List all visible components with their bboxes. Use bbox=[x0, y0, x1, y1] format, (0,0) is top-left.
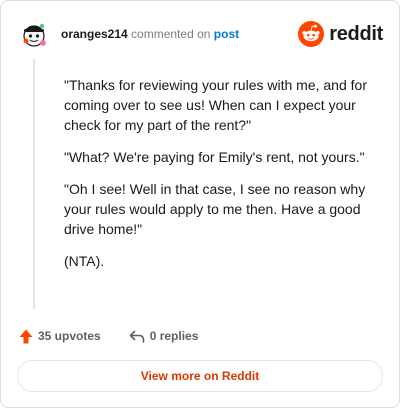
view-more-button[interactable]: View more on Reddit bbox=[17, 360, 383, 392]
upvotes-count: 35 upvotes bbox=[38, 329, 101, 343]
reddit-wordmark: reddit bbox=[329, 22, 383, 45]
comment-paragraph: "Thanks for reviewing your rules with me… bbox=[64, 77, 367, 133]
reddit-logo-icon bbox=[298, 21, 325, 47]
avatar-icon bbox=[17, 17, 51, 51]
comment-paragraph: (NTA). bbox=[64, 253, 105, 269]
comment-footer: 35 upvotes 0 replies bbox=[19, 326, 198, 346]
thread-line[interactable] bbox=[33, 59, 35, 309]
replies-stat[interactable]: 0 replies bbox=[129, 329, 199, 343]
upvotes-stat[interactable]: 35 upvotes bbox=[19, 329, 101, 344]
username[interactable]: oranges214 bbox=[61, 27, 128, 41]
comment-body: "Thanks for reviewing your rules with me… bbox=[64, 75, 384, 283]
comment-paragraph: "Oh I see! Well in that case, I see no r… bbox=[64, 181, 366, 237]
reddit-logo[interactable]: reddit bbox=[298, 20, 383, 48]
action-text: commented on bbox=[131, 27, 211, 41]
reply-icon bbox=[129, 330, 145, 343]
upvote-arrow-icon bbox=[19, 329, 33, 343]
post-link[interactable]: post bbox=[214, 27, 239, 41]
replies-count: 0 replies bbox=[149, 329, 199, 343]
embedded-comment-card: oranges214 commented on post reddit "Tha… bbox=[0, 0, 400, 408]
comment-meta: oranges214 commented on post bbox=[61, 27, 239, 41]
comment-paragraph: "What? We're paying for Emily's rent, no… bbox=[64, 149, 365, 165]
comment-header: oranges214 commented on post reddit bbox=[17, 17, 383, 51]
avatar[interactable] bbox=[17, 17, 51, 51]
